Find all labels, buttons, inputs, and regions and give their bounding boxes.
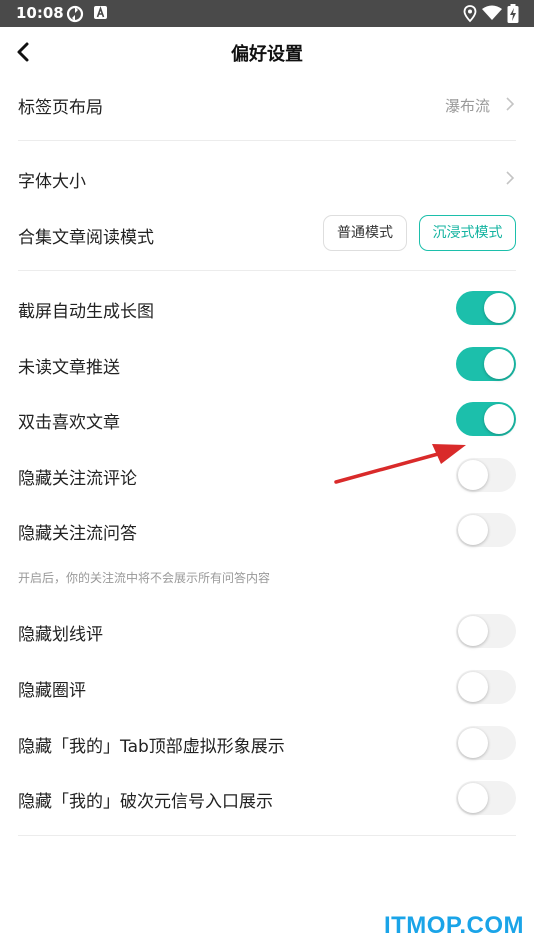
wifi-icon bbox=[482, 5, 502, 20]
hide-ciyuan-row: 隐藏「我的」破次元信号入口展示 bbox=[18, 778, 516, 818]
hide-circle-label: 隐藏圈评 bbox=[18, 681, 86, 701]
divider bbox=[18, 140, 516, 141]
toggle-knob bbox=[484, 349, 514, 379]
hide-underline-label: 隐藏划线评 bbox=[18, 625, 103, 645]
battery-charging-icon bbox=[507, 4, 519, 23]
reading-mode-row: 合集文章阅读模式 普通模式 沉浸式模式 bbox=[18, 214, 516, 254]
unread-push-toggle[interactable] bbox=[456, 347, 516, 381]
double-tap-like-label: 双击喜欢文章 bbox=[18, 413, 120, 433]
hide-ciyuan-toggle[interactable] bbox=[456, 781, 516, 815]
page-title: 偏好设置 bbox=[231, 44, 303, 65]
tab-layout-label: 标签页布局 bbox=[18, 98, 103, 118]
toggle-knob bbox=[458, 672, 488, 702]
screenshot-long-image-row: 截屏自动生成长图 bbox=[18, 288, 516, 328]
divider bbox=[18, 835, 516, 836]
unread-push-row: 未读文章推送 bbox=[18, 344, 516, 384]
status-time: 10:08 bbox=[16, 4, 64, 22]
toggle-knob bbox=[458, 515, 488, 545]
hide-avatar-label: 隐藏「我的」Tab顶部虚拟形象展示 bbox=[18, 737, 285, 757]
hide-follow-qa-row: 隐藏关注流问答 bbox=[18, 510, 516, 550]
font-size-label: 字体大小 bbox=[18, 172, 86, 192]
toggle-knob bbox=[458, 616, 488, 646]
normal-mode-button[interactable]: 普通模式 bbox=[323, 215, 407, 251]
a-badge-icon bbox=[94, 6, 107, 19]
font-size-row[interactable]: 字体大小 bbox=[18, 158, 516, 198]
watermark-logo: ITMOP.COM bbox=[383, 912, 524, 939]
toggle-knob bbox=[458, 783, 488, 813]
hide-underline-toggle[interactable] bbox=[456, 614, 516, 648]
divider bbox=[18, 270, 516, 271]
hide-follow-qa-toggle[interactable] bbox=[456, 513, 516, 547]
hide-underline-row: 隐藏划线评 bbox=[18, 611, 516, 651]
tab-layout-value: 瀑布流 bbox=[444, 97, 490, 115]
hide-follow-comments-label: 隐藏关注流评论 bbox=[18, 469, 137, 489]
toggle-knob bbox=[484, 293, 514, 323]
unread-push-label: 未读文章推送 bbox=[18, 358, 120, 378]
screenshot-long-image-label: 截屏自动生成长图 bbox=[18, 302, 154, 322]
hide-circle-toggle[interactable] bbox=[456, 670, 516, 704]
status-bar: 10:08 bbox=[0, 0, 534, 27]
toggle-knob bbox=[458, 728, 488, 758]
hide-ciyuan-label: 隐藏「我的」破次元信号入口展示 bbox=[18, 792, 273, 812]
chevron-right-icon bbox=[506, 97, 515, 111]
annotation-arrow-icon bbox=[334, 444, 466, 484]
hide-circle-row: 隐藏圈评 bbox=[18, 667, 516, 707]
reading-mode-label: 合集文章阅读模式 bbox=[18, 228, 154, 248]
screenshot-long-image-toggle[interactable] bbox=[456, 291, 516, 325]
immersive-mode-button[interactable]: 沉浸式模式 bbox=[419, 215, 516, 251]
hide-avatar-row: 隐藏「我的」Tab顶部虚拟形象展示 bbox=[18, 723, 516, 763]
chevron-right-icon bbox=[506, 171, 515, 185]
hide-follow-qa-hint: 开启后，你的关注流中将不会展示所有问答内容 bbox=[18, 571, 271, 585]
app-bar: 偏好设置 bbox=[0, 27, 534, 77]
hide-avatar-toggle[interactable] bbox=[456, 726, 516, 760]
sync-icon bbox=[66, 5, 84, 23]
tab-layout-row[interactable]: 标签页布局 瀑布流 bbox=[18, 84, 516, 124]
hide-follow-qa-label: 隐藏关注流问答 bbox=[18, 524, 137, 544]
location-icon bbox=[463, 5, 477, 23]
